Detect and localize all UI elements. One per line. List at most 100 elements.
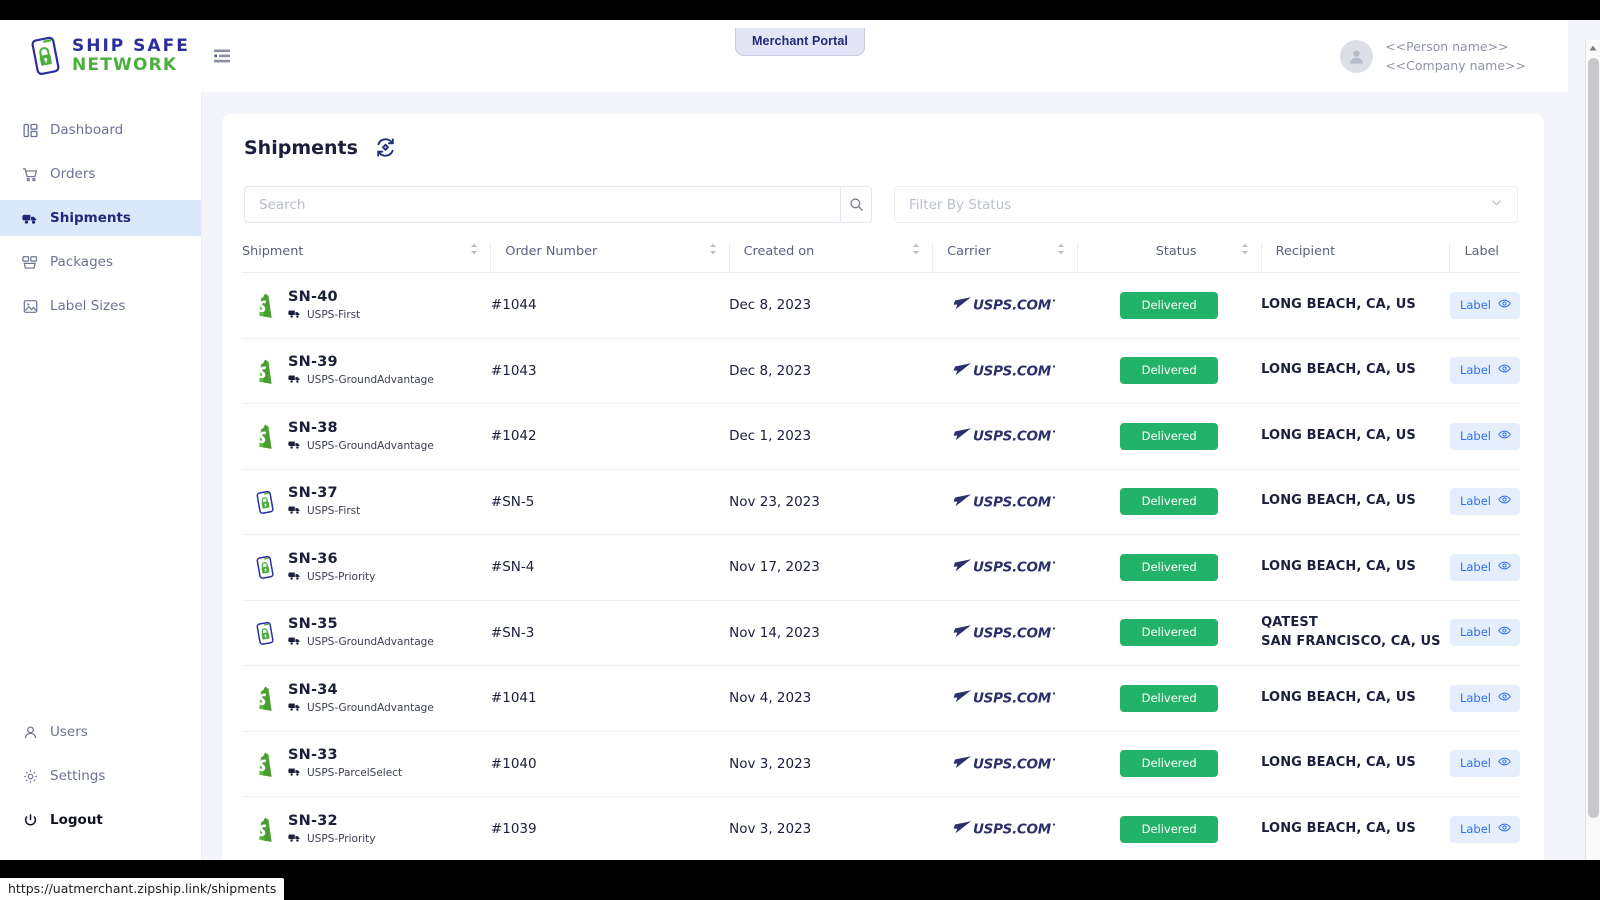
status-filter-select[interactable]: Filter By Status <box>894 186 1518 223</box>
table-row[interactable]: SN-33 USPS-ParcelSelect #1040 Nov 3, 2023 US… <box>242 731 1520 797</box>
user-menu[interactable]: <<Person name>> <<Company name>> <box>1340 37 1568 76</box>
view-label-button[interactable]: Label <box>1449 488 1520 516</box>
view-label-button[interactable]: Label <box>1449 291 1520 319</box>
sidebar-secondary-nav: Users Settings Logout <box>0 714 201 860</box>
status-badge: Delivered <box>1120 815 1219 843</box>
recipient-line1: LONG BEACH, CA, US <box>1261 558 1416 574</box>
sort-icon[interactable] <box>709 243 729 259</box>
view-label-button[interactable]: Label <box>1449 815 1520 843</box>
page-scrollbar[interactable] <box>1585 40 1600 860</box>
cell-created-on: Dec 8, 2023 <box>729 272 933 339</box>
column-header-carrier[interactable]: Carrier <box>932 243 1078 273</box>
user-person-name: <<Person name>> <box>1385 38 1509 54</box>
table-row[interactable]: SN-32 USPS-Priority #1039 Nov 3, 2023 USPS.C… <box>242 796 1520 860</box>
view-label-button[interactable]: Label <box>1449 619 1520 647</box>
collapse-menu-icon[interactable] <box>212 46 232 66</box>
search-button[interactable] <box>840 187 871 222</box>
shipment-id: SN-33 <box>288 747 338 764</box>
cell-label: Label <box>1449 534 1520 601</box>
usps-com-logo: USPS.COM <box>933 623 1078 643</box>
eye-icon <box>1498 297 1511 313</box>
avatar <box>1340 39 1374 73</box>
truck-icon <box>288 832 301 846</box>
svg-text:USPS.COM: USPS.COM <box>973 494 1052 510</box>
sidebar-item-label: Settings <box>50 768 106 784</box>
recipient-line2: SAN FRANCISCO, CA, US <box>1261 633 1441 649</box>
sidebar-item-label: Dashboard <box>50 122 124 138</box>
cell-carrier: USPS.COM <box>932 665 1078 732</box>
refresh-sync-icon[interactable] <box>374 136 398 160</box>
sidebar-item-label: Label Sizes <box>50 298 126 314</box>
column-header-created-on[interactable]: Created on <box>728 243 933 273</box>
view-label-button[interactable]: Label <box>1449 684 1520 712</box>
usps-com-logo: USPS.COM <box>933 295 1078 315</box>
column-header-status[interactable]: Status <box>1076 243 1262 273</box>
table-row[interactable]: SN-35 USPS-GroundAdvantage #SN-3 Nov 14, 20… <box>242 600 1520 666</box>
label-button-text: Label <box>1459 690 1491 705</box>
sidebar-item-orders[interactable]: Orders <box>0 156 201 192</box>
sort-icon[interactable] <box>470 243 490 259</box>
sidebar-item-label: Shipments <box>50 210 131 226</box>
view-label-button[interactable]: Label <box>1449 422 1520 450</box>
sort-icon[interactable] <box>912 243 932 259</box>
sidebar-item-settings[interactable]: Settings <box>0 758 201 794</box>
cell-label: Label <box>1449 403 1520 470</box>
sidebar-item-logout[interactable]: Logout <box>0 802 201 838</box>
view-label-button[interactable]: Label <box>1449 357 1520 385</box>
cell-status: Delivered <box>1077 665 1262 732</box>
cell-recipient: QATEST SAN FRANCISCO, CA, US <box>1261 600 1450 666</box>
service-label: USPS-Priority <box>307 570 376 583</box>
view-label-button[interactable]: Label <box>1449 553 1520 581</box>
search-input[interactable] <box>245 187 840 222</box>
view-label-button[interactable]: Label <box>1449 750 1520 778</box>
scrollbar-thumb[interactable] <box>1588 58 1599 818</box>
svg-text:USPS.COM: USPS.COM <box>973 691 1052 707</box>
column-label: Shipment <box>242 243 304 259</box>
column-header-order-number[interactable]: Order Number <box>490 243 730 273</box>
sidebar-item-shipments[interactable]: Shipments <box>0 200 201 236</box>
table-row[interactable]: SN-37 USPS-First #SN-5 Nov 23, 2023 USPS.COM… <box>242 469 1520 535</box>
shipment-id: SN-40 <box>288 288 338 305</box>
sidebar-item-packages[interactable]: Packages <box>0 244 201 280</box>
service-label: USPS-GroundAdvantage <box>307 374 434 387</box>
sort-icon[interactable] <box>1241 243 1249 259</box>
shipment-id: SN-36 <box>288 550 338 567</box>
chevron-down-icon <box>1490 196 1503 214</box>
column-header-shipment[interactable]: Shipment <box>242 243 491 273</box>
sidebar-item-users[interactable]: Users <box>0 714 201 750</box>
table-row[interactable]: SN-38 USPS-GroundAdvantage #1042 Dec 1, 202… <box>242 403 1520 470</box>
browser-tab-merchant-portal[interactable]: Merchant Portal <box>735 28 865 56</box>
eye-icon <box>1498 493 1511 509</box>
table-row[interactable]: SN-36 USPS-Priority #SN-4 Nov 17, 2023 USPS.… <box>242 534 1520 601</box>
scroll-up-arrow-icon[interactable] <box>1586 40 1600 55</box>
cell-shipment: SN-39 USPS-GroundAdvantage <box>242 338 491 404</box>
table-row[interactable]: SN-40 USPS-First #1044 Dec 8, 2023 USPS.COM D… <box>242 272 1520 339</box>
eye-icon <box>1498 428 1511 444</box>
search-box[interactable] <box>244 186 872 223</box>
cell-status: Delivered <box>1077 796 1262 860</box>
sort-icon[interactable] <box>1057 243 1077 259</box>
brand-logo[interactable]: SHIP SAFE NETWORK <box>0 34 190 78</box>
cell-recipient: LONG BEACH, CA, US <box>1261 665 1450 732</box>
label-button-text: Label <box>1459 428 1491 443</box>
eye-icon <box>1498 624 1511 640</box>
cell-carrier: USPS.COM <box>932 272 1078 339</box>
shipment-service: USPS-First <box>288 308 360 322</box>
cell-carrier: USPS.COM <box>932 338 1078 404</box>
cell-status: Delivered <box>1077 731 1262 797</box>
truck-icon <box>288 570 301 584</box>
shipment-id: SN-38 <box>288 419 338 436</box>
eye-icon <box>1498 690 1511 706</box>
cell-order-number: #SN-5 <box>490 469 730 535</box>
svg-text:USPS.COM: USPS.COM <box>973 429 1052 445</box>
cell-created-on: Nov 3, 2023 <box>729 796 933 860</box>
cell-created-on: Nov 17, 2023 <box>729 534 933 601</box>
table-row[interactable]: SN-34 USPS-GroundAdvantage #1041 Nov 4, 202… <box>242 665 1520 732</box>
sidebar-item-dashboard[interactable]: Dashboard <box>0 112 201 148</box>
sidebar-item-label-sizes[interactable]: Label Sizes <box>0 288 201 324</box>
cell-label: Label <box>1449 600 1520 666</box>
image-icon <box>22 298 38 314</box>
logo-text-line2: NETWORK <box>72 55 178 75</box>
table-row[interactable]: SN-39 USPS-GroundAdvantage #1043 Dec 8, 202… <box>242 338 1520 404</box>
svg-text:USPS.COM: USPS.COM <box>973 363 1052 379</box>
